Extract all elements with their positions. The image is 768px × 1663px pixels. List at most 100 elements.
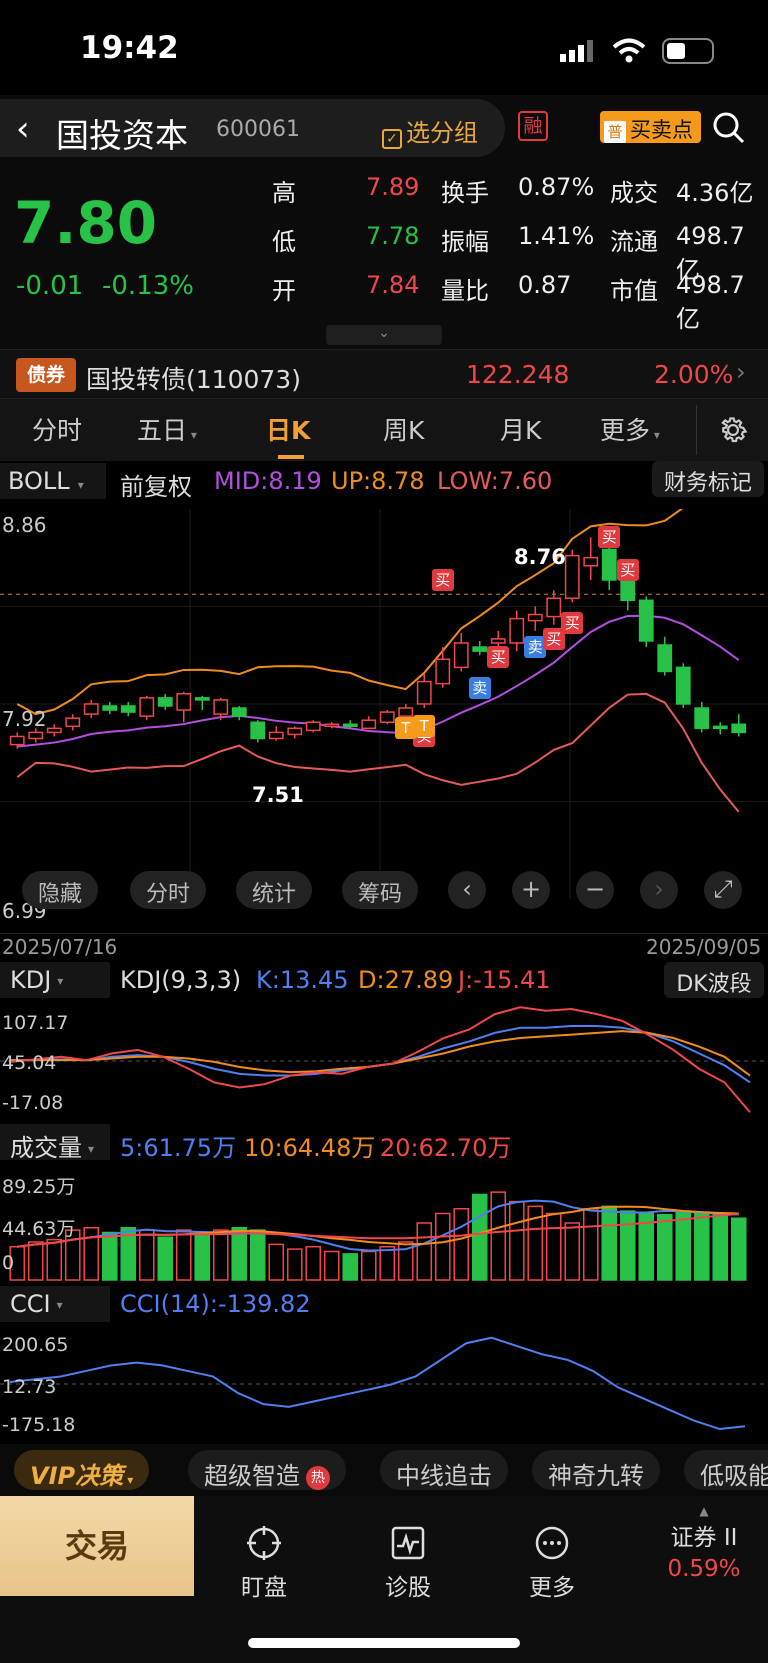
kdj-j-line [9,1006,751,1113]
chip-label: 超级智造 [204,1462,300,1490]
tab-five-day[interactable]: 五日 ▾ [137,411,197,447]
volume-bar [508,1200,525,1281]
vip-decision-button[interactable]: VIP决策 ▾ [14,1450,150,1490]
nav-diagnose[interactable]: 诊股 [358,1524,458,1602]
indicator-selector-cci[interactable]: CCI [0,1286,110,1322]
index-ticker[interactable]: ▲ 证券 II 0.59% [644,1504,764,1582]
stat-value: 1.41% [518,222,595,250]
volume-bar [231,1226,248,1281]
buy-signal-tag[interactable]: 买 [616,558,639,581]
cci-panel[interactable]: CCI CCI(14):-139.82 200.65 12.73 -175.18 [0,1284,768,1444]
volume-bar [675,1210,692,1281]
trade-button[interactable]: 交易 [0,1496,194,1596]
volume-bar [379,1245,396,1281]
dk-band-button[interactable]: DK波段 [664,962,764,998]
indicator-selector-kdj[interactable]: KDJ [0,962,110,998]
boll-mid: MID:8.19 [214,467,322,495]
convertible-bond-row[interactable]: 债券 国投转债(110073) 122.248 2.00% › [0,349,768,399]
kdj-plot [0,1006,768,1113]
stat-label: 量比 [441,277,489,305]
group-button[interactable]: ✓ 选分组 [382,113,478,149]
stat-value: 4.36亿 [676,179,754,207]
volume-panel[interactable]: 成交量 5:61.75万 10:64.48万 20:62.70万 89.25万 … [0,1122,768,1284]
zoom-out-icon[interactable]: − [576,871,614,909]
volume-bar [545,1212,562,1281]
fullscreen-icon[interactable]: ⤢ [704,871,742,909]
date-start: 2025/07/16 [2,935,118,959]
volume-y-mid: 44.63万 [2,1218,76,1240]
signal-button[interactable]: 普买卖点 [600,111,701,143]
chip-super-smart[interactable]: 超级智造热 [188,1450,346,1490]
candle [657,644,673,673]
candle [509,617,525,644]
buy-signal-tag[interactable]: 买 [561,611,584,634]
candle [712,725,728,730]
nav-more-label: 更多 [529,1575,575,1601]
kdj-panel[interactable]: KDJ KDJ(9,3,3) K:13.45 D:27.89 J:-15.41 … [0,960,768,1122]
t-signal-tag[interactable]: T [413,715,436,738]
boll-low: LOW:7.60 [437,467,553,495]
chevron-right-icon[interactable]: › [640,871,678,909]
cci-plot [0,1336,768,1431]
hide-button[interactable]: 隐藏 [22,871,99,909]
settings-gear-icon[interactable] [716,413,750,447]
volume-bar [249,1229,266,1281]
volume-bar [212,1229,229,1281]
sell-signal-tag[interactable]: 卖 [468,676,491,699]
volume-bar [564,1222,581,1281]
buy-signal-tag[interactable]: 买 [431,568,454,591]
y-axis-top: 8.86 [2,513,47,537]
minute-button[interactable]: 分时 [130,871,207,909]
tab-minute[interactable]: 分时 [32,411,82,447]
finance-mark-button[interactable]: 财务标记 [652,461,764,497]
cci-value: CCI(14):-139.82 [120,1290,311,1318]
volume-bar [138,1229,155,1281]
chip-mid-term[interactable]: 中线追击 [380,1450,508,1490]
tab-weekly-k[interactable]: 周K [383,411,424,447]
bond-badge: 债券 [16,358,76,392]
tab-monthly-k[interactable]: 月K [500,411,541,447]
volume-bar [471,1193,488,1281]
kdj-k-line [9,1025,751,1084]
candle [9,735,25,746]
stat-label: 成交 [610,179,658,207]
adjust-mode[interactable]: 前复权 [120,467,192,502]
period-tabs: 分时 五日 ▾ 日K 周K 月K 更多 ▾ [0,399,768,461]
candle [638,599,654,642]
tab-daily-k[interactable]: 日K [266,411,310,447]
volume-bar [27,1241,44,1281]
tab-more[interactable]: 更多 ▾ [600,411,660,447]
k-line-chart[interactable]: BOLL ▾ 前复权 MID:8.19 UP:8.78 LOW:7.60 财务标记… [0,461,768,960]
zoom-in-icon[interactable]: + [512,871,550,909]
vip-label: VIP决策 [30,1462,124,1490]
bottom-nav: 交易 盯盘 诊股 更多 ▲ 证券 II 0.59% [0,1496,768,1663]
indicator-selector-boll[interactable]: BOLL ▾ [0,463,106,499]
stock-name: 国投资本 [56,116,188,155]
candle [453,642,469,669]
chip-low-buy[interactable]: 低吸能 [684,1450,768,1490]
cci-y-top: 200.65 [2,1334,69,1356]
volume-bar [619,1210,636,1281]
search-icon[interactable] [712,111,746,145]
stat-label: 市值 [610,277,658,305]
stat-value: 0.87 [518,271,572,299]
chip-magic-nine[interactable]: 神奇九转 [532,1450,660,1490]
volume-y-top: 89.25万 [2,1176,76,1198]
back-icon[interactable]: ‹ [16,109,30,149]
chevron-left-icon[interactable]: ‹ [448,871,486,909]
indicator-selector-volume[interactable]: 成交量 [0,1124,110,1162]
buy-signal-tag[interactable]: 买 [487,646,510,669]
candle [231,707,247,717]
margin-badge[interactable]: 融 [518,111,548,141]
candle [379,711,395,723]
buy-signal-tag[interactable]: 买 [598,526,621,549]
y-axis-mid: 7.92 [2,707,47,731]
chips-button[interactable]: 筹码 [342,871,419,909]
expand-chevron-icon[interactable]: ⌄ [326,325,442,345]
bond-price: 122.248 [466,360,570,389]
nav-more[interactable]: 更多 [502,1524,602,1602]
candle [46,727,62,734]
stats-button[interactable]: 统计 [236,871,313,909]
low-price-label: 7.51 [252,783,304,807]
nav-watch[interactable]: 盯盘 [214,1524,314,1602]
